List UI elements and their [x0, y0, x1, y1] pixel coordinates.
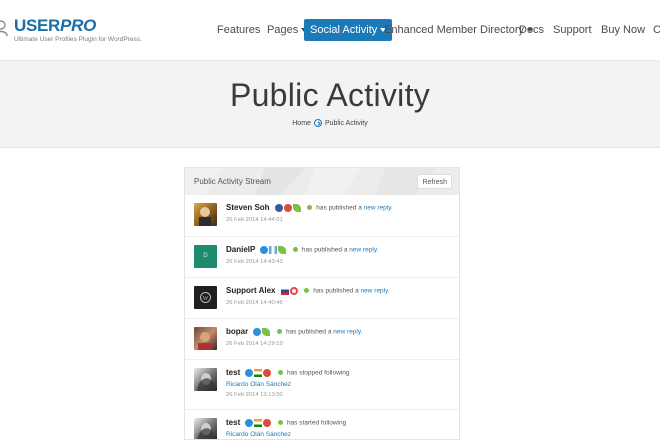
page-hero: Public Activity Home Public Activity: [0, 60, 660, 148]
avatar[interactable]: [194, 368, 217, 391]
lifebuoy-icon: [289, 287, 298, 296]
activity-action: has stopped following: [286, 369, 350, 377]
leaf-icon: [262, 328, 271, 337]
main-nav: Features Pages Social Activity Enhanced …: [0, 19, 660, 41]
activity-row: test has started following Ricardo Olán …: [185, 409, 459, 439]
activity-row: W Support Alex has published a new reply…: [185, 277, 459, 318]
nav-support[interactable]: Support: [553, 19, 592, 41]
avatar[interactable]: [194, 418, 217, 439]
followed-user-link[interactable]: Ricardo Olán Sánchez: [226, 381, 291, 388]
facebook-icon[interactable]: [274, 204, 283, 213]
online-status-icon: [307, 205, 313, 211]
online-status-icon: [292, 247, 298, 253]
user-name-link[interactable]: Steven Soh: [226, 203, 270, 212]
user-name-link[interactable]: DanielP: [226, 245, 255, 254]
online-status-icon: [277, 420, 283, 426]
user-name-link[interactable]: test: [226, 418, 240, 427]
verified-icon: [260, 246, 269, 255]
verified-icon: [245, 369, 254, 378]
breadcrumb-current: Public Activity: [324, 119, 368, 127]
google-plus-icon[interactable]: [283, 204, 292, 213]
nav-member-directory[interactable]: Enhanced Member Directory: [384, 19, 534, 41]
online-status-icon: [276, 329, 282, 335]
flag-icon: [269, 246, 278, 255]
activity-row: D DanielP has published a new reply. 26 …: [185, 236, 459, 277]
google-plus-icon[interactable]: [263, 369, 272, 378]
activity-row: Steven Soh has published a new reply. 26…: [185, 195, 459, 236]
google-plus-icon[interactable]: [263, 419, 272, 428]
user-name-link[interactable]: test: [226, 368, 240, 377]
breadcrumb: Home Public Activity: [0, 119, 660, 127]
activity-timestamp: 26 Feb 2014 14:29:19: [226, 341, 283, 347]
svg-text:W: W: [203, 296, 209, 302]
activity-timestamp: 26 Feb 2014 14:40:46: [226, 300, 283, 306]
leaf-icon: [278, 246, 287, 255]
reply-link[interactable]: new reply.: [361, 287, 390, 294]
flag-icon: [254, 369, 263, 378]
leaf-icon: [292, 204, 301, 213]
nav-social-activity[interactable]: Social Activity: [304, 19, 393, 41]
activity-stream-panel: Public Activity Stream Refresh Steven So…: [184, 167, 460, 440]
online-status-icon: [303, 288, 309, 294]
avatar[interactable]: W: [194, 286, 217, 309]
nav-overflow-item[interactable]: C: [653, 19, 660, 41]
user-name-link[interactable]: Support Alex: [226, 286, 275, 295]
nav-features[interactable]: Features: [217, 19, 260, 41]
avatar[interactable]: D: [194, 245, 217, 268]
followed-user-link[interactable]: Ricardo Olán Sánchez: [226, 431, 291, 438]
activity-timestamp: 26 Feb 2014 13:13:00: [226, 392, 283, 398]
page-title: Public Activity: [229, 77, 431, 113]
nav-pages[interactable]: Pages: [267, 19, 308, 41]
panel-header: Public Activity Stream Refresh: [185, 168, 459, 195]
refresh-button[interactable]: Refresh: [417, 174, 452, 189]
online-status-icon: [277, 370, 283, 376]
flag-icon: [254, 419, 263, 428]
avatar[interactable]: [194, 203, 217, 226]
activity-action: has started following: [286, 419, 347, 427]
verified-icon: [245, 419, 254, 428]
user-name-link[interactable]: bopar: [226, 327, 248, 336]
activity-timestamp: 26 Feb 2014 14:43:43: [226, 259, 283, 265]
reply-link[interactable]: new reply.: [333, 328, 362, 335]
activity-timestamp: 26 Feb 2014 14:44:01: [226, 217, 283, 223]
activity-row: bopar has published a new reply. 26 Feb …: [185, 318, 459, 359]
top-bar: USERPRO Ultimate User Profiles Plugin fo…: [0, 0, 660, 60]
reply-link[interactable]: new reply.: [364, 204, 393, 211]
reply-link[interactable]: new reply.: [349, 246, 378, 253]
panel-title: Public Activity Stream: [194, 177, 271, 186]
nav-docs[interactable]: Docs: [519, 19, 544, 41]
chevron-right-icon: [313, 119, 322, 127]
flag-icon: [280, 287, 289, 296]
nav-buy-now[interactable]: Buy Now: [601, 19, 645, 41]
wordpress-icon: W: [200, 292, 211, 303]
verified-icon: [253, 328, 262, 337]
avatar[interactable]: [194, 327, 217, 350]
activity-row: test has stopped following Ricardo Olán …: [185, 359, 459, 409]
breadcrumb-home[interactable]: Home: [292, 120, 311, 127]
